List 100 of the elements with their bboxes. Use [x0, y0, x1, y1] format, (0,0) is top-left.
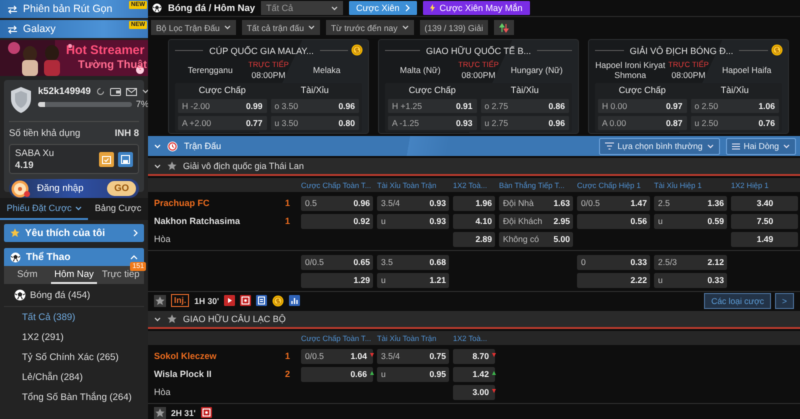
odds-button[interactable]: 0/0.5 0.65 — [301, 254, 373, 270]
odds-button[interactable]: 0/0.5 1.04 — [301, 348, 373, 364]
league-count-button[interactable]: (139 / 139) Giải — [420, 20, 488, 35]
odds-button[interactable]: u 0.33 — [654, 272, 727, 288]
promo-banner[interactable]: Hot Streamer Tường Thuật — [0, 40, 148, 76]
odds-button[interactable]: A 0.00 0.87 — [598, 116, 686, 130]
odds-button[interactable]: Đội Nhà 1.63 — [499, 196, 573, 210]
odds-button[interactable]: u 0.93 — [377, 214, 449, 228]
market-title: Cược Chấp — [408, 85, 457, 96]
odds-line: 0.5 — [305, 198, 317, 208]
odds-button[interactable]: 0.5 0.96 — [301, 196, 373, 210]
save-icon — [121, 154, 130, 164]
mail-icon[interactable] — [126, 88, 137, 96]
odds-button[interactable]: 7.50 — [731, 214, 798, 228]
period-tab[interactable]: Sớm — [4, 266, 51, 284]
odds-button[interactable]: 2.22 — [577, 272, 650, 288]
odds-button[interactable]: u 2.75 0.96 — [480, 116, 569, 130]
odds-button[interactable]: 0 0.33 — [577, 254, 650, 270]
odds-button[interactable]: 0.92 — [301, 214, 373, 228]
odds-button[interactable]: 2.89 — [453, 232, 495, 246]
odds-button[interactable]: 2.5 1.36 — [654, 196, 727, 210]
odds-button[interactable]: o 3.50 0.96 — [270, 99, 359, 113]
list-icon[interactable] — [256, 295, 267, 306]
odds-value: 0.91 — [456, 101, 472, 111]
odds-button[interactable]: Đội Khách 2.95 — [499, 214, 573, 228]
odds-button[interactable]: 8.70 — [453, 348, 495, 364]
bet-type-item[interactable]: Lẻ/Chẵn (284) — [0, 367, 148, 387]
refresh-icon[interactable] — [96, 87, 105, 96]
league-header[interactable]: GIAO HỮU CÂU LẠC BỘ — [148, 311, 800, 329]
bet-type-item[interactable]: Tổng Số Bàn Thắng (264) — [0, 387, 148, 407]
video-icon[interactable] — [224, 295, 235, 306]
period-tab[interactable]: Hôm Nay — [50, 266, 98, 284]
odds-button[interactable]: 3.5/4 0.75 — [377, 348, 449, 364]
odds-button[interactable]: 0/0.5 1.47 — [577, 196, 650, 210]
stats-icon[interactable] — [288, 295, 300, 306]
odds-button[interactable]: 3.5 0.68 — [377, 254, 449, 270]
go-button[interactable]: GO — [107, 181, 136, 196]
odds-value: 7.50 — [756, 216, 774, 226]
odds-value: 1.63 — [553, 198, 570, 208]
odds-value: 0.65 — [353, 257, 370, 267]
odds-button[interactable]: Không có 5.00 — [499, 232, 573, 246]
sidebar-tab[interactable]: Phiếu Đặt Cược — [0, 198, 88, 220]
match-time: 08:00PM — [670, 70, 707, 80]
odds-button[interactable]: 2.5/3 2.12 — [654, 254, 727, 270]
bet-type-item[interactable]: Tất Cả (389) — [0, 307, 148, 327]
odds-value: 2.95 — [553, 216, 570, 226]
calendar-button[interactable] — [99, 152, 114, 166]
odds-button[interactable]: o 2.75 0.86 — [480, 99, 569, 113]
odds-button[interactable]: 3.40 — [731, 196, 798, 210]
star-icon — [155, 408, 165, 418]
favorite-button[interactable] — [154, 406, 166, 418]
odds-button[interactable]: u 2.50 0.76 — [690, 116, 779, 130]
odds-button[interactable]: 4.10 — [453, 214, 495, 228]
sport-item[interactable]: Bóng đá (454) — [4, 284, 144, 307]
filter-dropdown[interactable]: Tất cả trận đấu — [242, 20, 320, 35]
view-option-dropdown[interactable]: Hai Dòng — [726, 138, 796, 154]
login-banner[interactable]: Đăng nhập GO — [9, 179, 139, 198]
bet-type-item[interactable]: 1X2 (291) — [0, 327, 148, 347]
lineup-icon[interactable] — [240, 295, 251, 306]
odds-value: 0.99 — [246, 101, 262, 111]
next-button[interactable]: > — [775, 292, 794, 308]
odds-button[interactable]: o 2.50 1.06 — [690, 99, 779, 113]
bet-type-item[interactable]: Tỷ Số Chính Xác (265) — [0, 347, 148, 367]
odds-button[interactable]: 1.49 — [731, 232, 798, 246]
wallet-icon[interactable] — [110, 87, 121, 96]
odds-value: 1.47 — [630, 198, 647, 208]
odds-line: Đội Khách — [503, 216, 542, 226]
odds-button[interactable]: 3.5/4 0.93 — [377, 196, 449, 210]
sport-select[interactable]: Tất Cả — [261, 1, 344, 15]
promo-title: Hot Streamer — [66, 43, 144, 57]
odds-button[interactable]: 1.96 — [453, 196, 495, 210]
league-header[interactable]: Giải vô địch quốc gia Thái Lan — [148, 158, 800, 176]
filter-dropdown[interactable]: Bộ Lọc Trận Đấu — [151, 20, 236, 35]
team-score: 1 — [284, 351, 290, 361]
odds-button[interactable]: A -1.25 0.93 — [388, 116, 476, 130]
view-option-dropdown[interactable]: Lựa chọn bình thường — [598, 138, 720, 154]
sports-label: Thể Thao — [26, 252, 70, 262]
odds-button[interactable]: H +1.25 0.91 — [388, 99, 476, 113]
lineup-icon[interactable] — [200, 407, 212, 418]
odds-button[interactable]: 1.42 — [453, 366, 495, 382]
favorites-bar[interactable]: Yêu thích của tôi — [4, 224, 144, 242]
sort-button[interactable] — [494, 20, 514, 35]
favorite-button[interactable] — [154, 294, 166, 306]
odds-button[interactable]: 3.00 — [453, 384, 495, 400]
odds-button[interactable]: 0.56 — [577, 214, 650, 228]
odds-button[interactable]: 1.29 — [301, 272, 373, 288]
odds-button[interactable]: H 0.00 0.97 — [598, 99, 686, 113]
odds-button[interactable]: H -2.00 0.99 — [178, 99, 266, 113]
more-bets-button[interactable]: Các loại cược — [704, 292, 772, 308]
odds-button[interactable]: u 0.95 — [377, 366, 449, 382]
filter-dropdown[interactable]: Từ trước đến nay — [326, 20, 414, 35]
odds-button[interactable]: 0.66 — [301, 366, 373, 382]
lucky-parlay-button[interactable]: Cược Xiên May Mắn — [422, 1, 530, 15]
sidebar-tab[interactable]: Bảng Cược — [88, 198, 148, 220]
odds-button[interactable]: u 3.50 0.80 — [270, 116, 359, 130]
coin-icon[interactable] — [272, 294, 284, 306]
odds-button[interactable]: A +2.00 0.77 — [178, 116, 266, 130]
odds-button[interactable]: u 1.21 — [377, 272, 449, 288]
save-button[interactable] — [118, 152, 133, 166]
odds-button[interactable]: u 0.59 — [654, 214, 727, 228]
